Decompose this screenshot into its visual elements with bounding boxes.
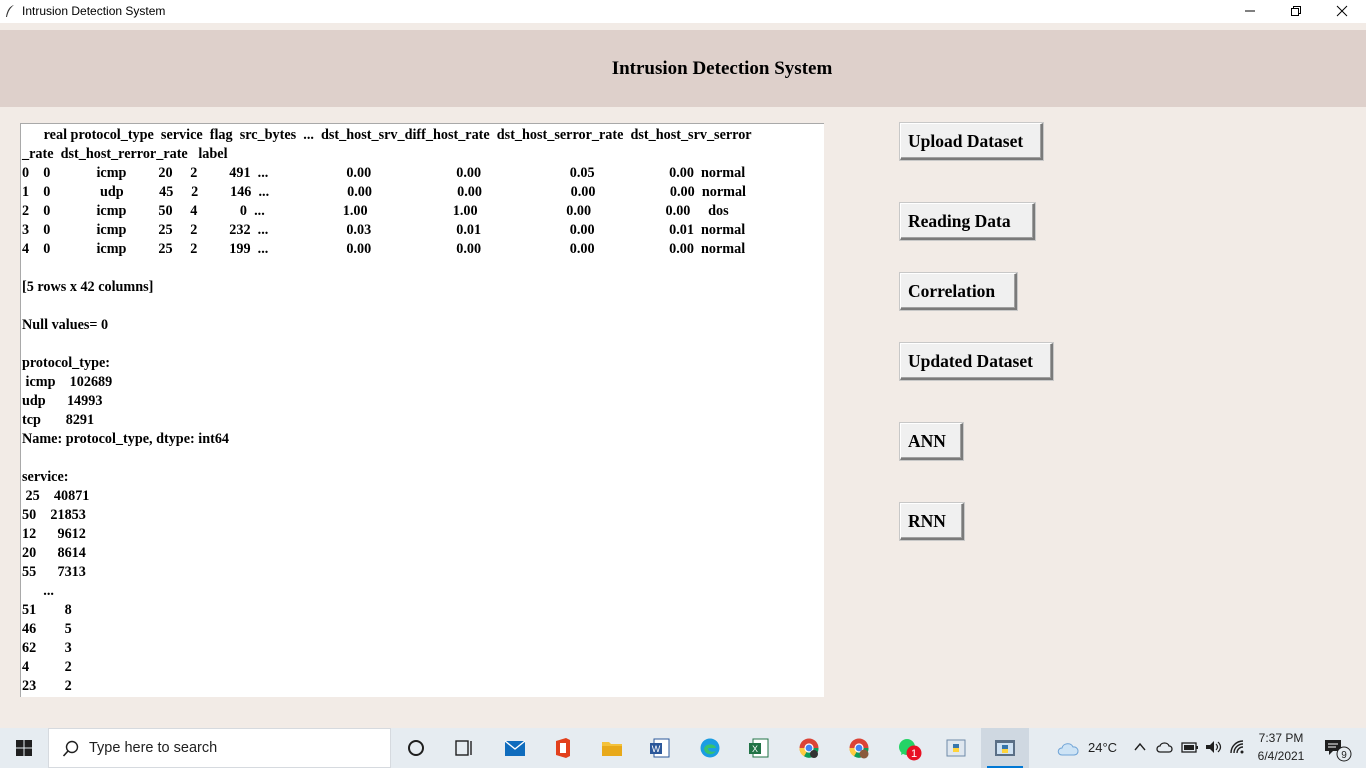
folder-icon bbox=[602, 742, 622, 756]
search-placeholder: Type here to search bbox=[89, 740, 218, 756]
badge-count: 1 bbox=[911, 748, 917, 760]
weather-temperature[interactable]: 24°C bbox=[1088, 740, 1117, 755]
clock-date[interactable]: 6/4/2021 bbox=[1251, 749, 1311, 763]
output-line: 4 2 bbox=[22, 659, 72, 675]
svg-text:W: W bbox=[652, 744, 661, 754]
output-line: real protocol_type service flag src_byte… bbox=[33, 127, 752, 143]
ann-button[interactable]: ANN bbox=[900, 423, 963, 460]
output-line: 50 21853 bbox=[22, 507, 86, 523]
taskbar-search-box[interactable]: Type here to search bbox=[48, 728, 391, 768]
file-explorer-button[interactable] bbox=[588, 728, 636, 768]
word-icon: W bbox=[650, 738, 670, 758]
mail-app-button[interactable] bbox=[491, 728, 539, 768]
output-line: 46 5 bbox=[22, 621, 72, 637]
output-line: 62 3 bbox=[22, 640, 72, 656]
python-app-button[interactable] bbox=[981, 728, 1029, 768]
svg-text:X: X bbox=[752, 744, 758, 754]
excel-app-button[interactable]: X bbox=[735, 728, 783, 768]
output-line: 4 0 icmp 25 2 199 ... 0.00 0.00 0.00 0.0… bbox=[22, 241, 746, 257]
output-line: protocol_type: bbox=[22, 355, 110, 371]
window-title: Intrusion Detection System bbox=[22, 4, 166, 18]
chrome-icon bbox=[799, 738, 819, 758]
chrome-browser-button[interactable] bbox=[785, 728, 833, 768]
output-line: 0 0 icmp 20 2 491 ... 0.00 0.00 0.05 0.0… bbox=[22, 165, 746, 181]
wifi-icon[interactable] bbox=[1229, 739, 1245, 755]
output-line: [5 rows x 42 columns] bbox=[22, 279, 154, 295]
rnn-button[interactable]: RNN bbox=[900, 503, 964, 540]
weather-cloud-icon bbox=[1057, 743, 1079, 756]
office-app-button[interactable] bbox=[539, 728, 587, 768]
output-line: 1 0 udp 45 2 146 ... 0.00 0.00 0.00 0.00… bbox=[22, 184, 746, 200]
output-line: Null values= 0 bbox=[22, 317, 109, 333]
whatsapp-app-button[interactable]: 1 bbox=[884, 728, 932, 768]
cortana-button[interactable] bbox=[392, 728, 440, 768]
output-line: 23 2 bbox=[22, 678, 72, 694]
output-line: 55 7313 bbox=[22, 564, 86, 580]
feather-icon bbox=[6, 5, 14, 17]
output-text-area[interactable]: real protocol_type service flag src_byte… bbox=[20, 123, 824, 697]
edge-browser-button[interactable] bbox=[686, 728, 734, 768]
battery-icon[interactable] bbox=[1181, 740, 1199, 754]
office-icon bbox=[556, 738, 570, 758]
output-line: tcp 8291 bbox=[22, 412, 95, 428]
start-button[interactable] bbox=[0, 728, 48, 768]
python-idle-icon bbox=[946, 739, 966, 757]
clock-time[interactable]: 7:37 PM bbox=[1251, 731, 1311, 745]
app-header: Intrusion Detection System bbox=[0, 30, 1366, 107]
output-line: 51 8 bbox=[22, 602, 72, 618]
output-line: _rate dst_host_rerror_rate label bbox=[22, 146, 228, 162]
output-line: 3 0 icmp 25 2 232 ... 0.03 0.01 0.00 0.0… bbox=[22, 222, 746, 238]
notification-badge: 1 bbox=[906, 745, 922, 761]
task-view-icon bbox=[455, 740, 472, 756]
mail-icon bbox=[504, 740, 526, 756]
output-line: udp 14993 bbox=[22, 393, 103, 409]
word-app-button[interactable]: W bbox=[636, 728, 684, 768]
search-icon bbox=[62, 740, 79, 757]
close-icon bbox=[1336, 5, 1348, 17]
volume-icon[interactable] bbox=[1205, 740, 1223, 754]
windows-logo-icon bbox=[16, 740, 32, 756]
output-line: 2 0 icmp 50 4 0 ... 1.00 1.00 0.00 0.00 … bbox=[22, 203, 729, 219]
minimize-button[interactable] bbox=[1227, 0, 1273, 23]
reading-data-button[interactable]: Reading Data bbox=[900, 203, 1035, 240]
output-line: ... bbox=[22, 583, 54, 599]
restore-button[interactable] bbox=[1273, 0, 1319, 23]
edge-icon bbox=[700, 738, 720, 758]
upload-dataset-button[interactable]: Upload Dataset bbox=[900, 123, 1043, 160]
onedrive-cloud-icon[interactable] bbox=[1156, 740, 1174, 754]
updated-dataset-button[interactable]: Updated Dataset bbox=[900, 343, 1053, 380]
cortana-icon bbox=[408, 740, 424, 756]
output-line: icmp 102689 bbox=[22, 374, 113, 390]
window-titlebar: Intrusion Detection System bbox=[0, 0, 1366, 23]
output-line: Name: protocol_type, dtype: int64 bbox=[22, 431, 230, 447]
python-window-icon bbox=[995, 740, 1015, 756]
restore-icon bbox=[1291, 6, 1301, 16]
output-line: service: bbox=[22, 469, 69, 485]
python-idle-button[interactable] bbox=[932, 728, 980, 768]
chrome-icon bbox=[849, 738, 869, 759]
task-view-button[interactable] bbox=[440, 728, 488, 768]
page-title: Intrusion Detection System bbox=[611, 58, 833, 79]
excel-icon: X bbox=[749, 738, 769, 758]
notification-count: 9 bbox=[1341, 750, 1347, 761]
minimize-icon bbox=[1245, 10, 1255, 12]
correlation-button[interactable]: Correlation bbox=[900, 273, 1017, 310]
taskbar: Type here to search W X 1 24°C 7:37 PM 6… bbox=[0, 728, 1366, 768]
close-button[interactable] bbox=[1319, 0, 1365, 23]
notification-icon: 9 bbox=[1325, 740, 1352, 762]
chrome-profile-button[interactable] bbox=[835, 728, 883, 768]
output-line: 25 40871 bbox=[22, 488, 90, 504]
chevron-up-icon[interactable] bbox=[1134, 742, 1146, 752]
notification-center-button[interactable]: 9 bbox=[1318, 728, 1366, 768]
output-line: 12 9612 bbox=[22, 526, 86, 542]
output-line: 20 8614 bbox=[22, 545, 86, 561]
